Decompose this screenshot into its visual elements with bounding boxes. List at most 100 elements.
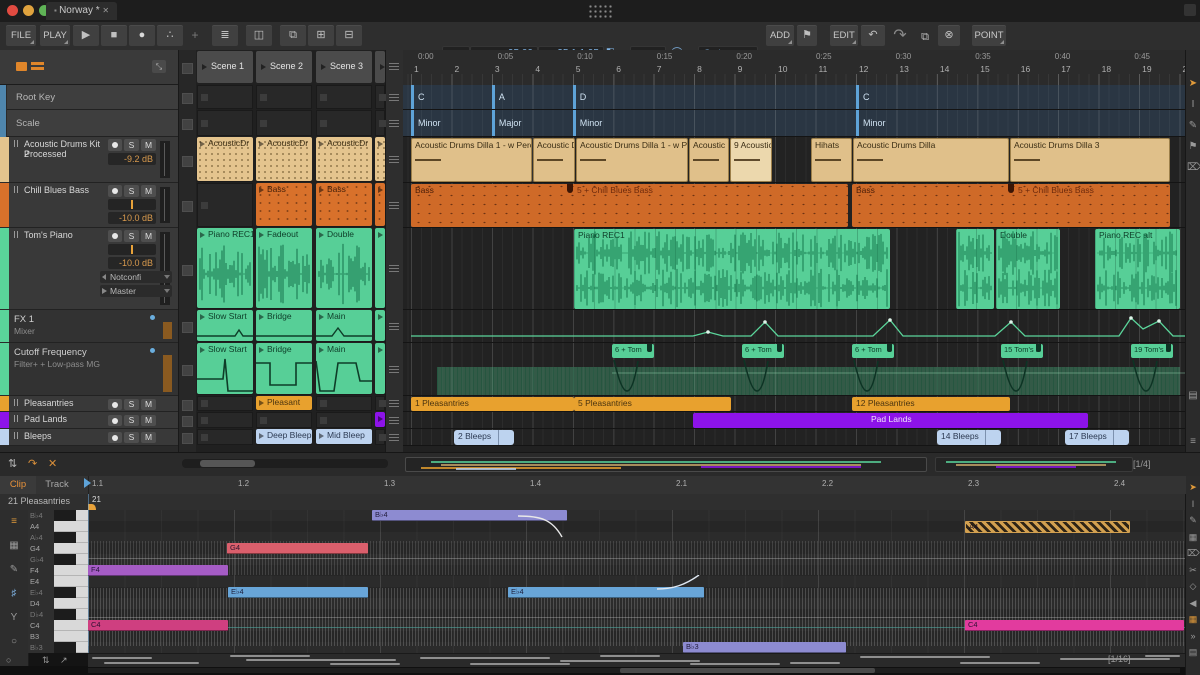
arranger-clip-cutoff[interactable]: 6 + Tom xyxy=(852,344,894,358)
launcher-clip-pleasantries[interactable]: Pleasant xyxy=(256,396,312,410)
velocity-bar[interactable] xyxy=(860,656,990,658)
scale-marker[interactable] xyxy=(855,110,859,136)
fold-icon[interactable]: Y xyxy=(6,612,22,623)
velocity-bar[interactable] xyxy=(560,660,700,662)
launcher-clip-cutoff[interactable]: Main xyxy=(316,343,372,394)
arranger-clip-bleeps[interactable]: 2 Bleeps xyxy=(454,430,514,445)
text-tool[interactable]: I xyxy=(1187,499,1199,509)
playhead-marker-icon[interactable] xyxy=(84,478,91,488)
launcher-clip-bleeps[interactable]: Mid Bleep xyxy=(316,429,372,444)
editor-clip-reference[interactable]: 21 Pleasantries xyxy=(8,496,70,506)
piano-key-white[interactable] xyxy=(54,543,88,554)
object-tool[interactable]: ▦ xyxy=(1187,532,1199,543)
midi-note[interactable]: E♭4 xyxy=(228,587,368,598)
piano-key-black[interactable] xyxy=(54,532,76,543)
close-window-button[interactable] xyxy=(7,5,18,16)
launcher-clip-fx1[interactable] xyxy=(375,310,385,341)
mute-button[interactable]: M xyxy=(141,230,156,242)
fade-tool[interactable]: ◇ xyxy=(1187,581,1199,592)
volume-fader[interactable] xyxy=(108,244,156,255)
arranger-clip-drums[interactable]: Acoustic Drums Dilla 3 xyxy=(1010,138,1170,182)
track-name[interactable]: Tom's Piano xyxy=(24,230,106,240)
fader-handle[interactable] xyxy=(131,200,133,209)
editor-zoom-label[interactable]: [1/16] xyxy=(1108,654,1131,664)
piano-key-white[interactable] xyxy=(76,532,88,543)
menu-icon[interactable] xyxy=(389,433,399,442)
arm-button[interactable] xyxy=(108,230,122,242)
launcher-clip-cutoff[interactable]: Slow Start xyxy=(197,343,253,394)
undo-button[interactable]: ↶ xyxy=(861,25,885,46)
velocity-bar[interactable] xyxy=(104,662,199,664)
solo-button[interactable]: S xyxy=(124,185,139,197)
arranger-clip-padlands[interactable]: Pad Lands xyxy=(693,413,1088,428)
volume-db-value[interactable]: -9.2 dB xyxy=(108,153,156,165)
piano-key-white[interactable] xyxy=(76,609,88,620)
tab-clip[interactable]: Clip xyxy=(0,476,36,494)
piano-key-white[interactable] xyxy=(54,565,88,576)
velocity-bar[interactable] xyxy=(600,655,660,657)
stop-button[interactable] xyxy=(182,399,193,411)
pen-tool[interactable]: ✎ xyxy=(1187,120,1199,131)
arranger-clip-piano[interactable]: Piano REC alt xyxy=(1095,229,1180,309)
launcher-clip-piano[interactable] xyxy=(375,228,385,308)
launcher-clip-drums[interactable] xyxy=(375,137,385,181)
redo-button[interactable]: ↷ xyxy=(888,25,912,46)
midi-note[interactable]: F4 xyxy=(88,565,228,576)
file-menu-button[interactable]: FILE xyxy=(6,25,36,46)
grid-view-icon[interactable] xyxy=(16,62,27,71)
arranger-clip-cutoff[interactable]: 6 + Tom xyxy=(612,344,654,358)
scale-marker[interactable] xyxy=(411,110,414,136)
piano-key-white[interactable] xyxy=(76,642,88,653)
velocity-bar[interactable] xyxy=(92,657,152,659)
draw-icon[interactable]: ✎ xyxy=(6,564,22,575)
key-marker[interactable] xyxy=(411,85,414,109)
fit-vertical-icon[interactable]: ⇅ xyxy=(42,655,50,666)
scene-button[interactable] xyxy=(375,51,385,83)
stop-button[interactable] xyxy=(182,322,193,333)
pointer-tool[interactable]: ➤ xyxy=(1187,78,1199,89)
launcher-clip-fx1[interactable]: Bridge xyxy=(256,310,312,341)
snap-grid-icon[interactable]: ▦ xyxy=(1187,614,1199,625)
pointer-tool[interactable]: ➤ xyxy=(1187,482,1199,493)
grid-icon[interactable]: ▦ xyxy=(6,540,22,551)
list-icon[interactable]: ≡ xyxy=(1187,436,1199,447)
mute-button[interactable]: M xyxy=(141,415,156,426)
solo-button[interactable]: S xyxy=(124,415,139,426)
arranger-clip-bass[interactable]: Bass 5 + Chill Blues Bass xyxy=(852,184,1170,227)
volume-fader[interactable] xyxy=(108,199,156,210)
stop-button[interactable] xyxy=(182,119,193,130)
solo-button[interactable]: S xyxy=(124,230,139,242)
arranger-clip-drums[interactable]: Acoustic D xyxy=(533,138,575,182)
piano-key-white[interactable] xyxy=(54,521,88,532)
accidental-icon[interactable]: ♯ xyxy=(6,588,22,599)
arranger-clip-drums[interactable]: Acoustic Drums Dilla xyxy=(853,138,1009,182)
arranger-clip-cutoff[interactable]: 15 Tom's F xyxy=(1001,344,1043,358)
piano-key-black[interactable] xyxy=(54,609,76,620)
velocity-bar[interactable] xyxy=(790,662,840,664)
arranger-clip-bass[interactable]: Bass 5 + Chill Blues Bass xyxy=(411,184,848,227)
arm-button[interactable] xyxy=(108,185,122,197)
mute-button[interactable]: M xyxy=(141,139,156,151)
launcher-clip-piano[interactable]: Double xyxy=(316,228,372,308)
project-tab[interactable]: ▪ Norway * ✕ xyxy=(46,2,118,20)
output-select[interactable]: Notconfi xyxy=(100,271,172,283)
list-view-icon[interactable] xyxy=(31,62,44,71)
midi-note[interactable]: C4 xyxy=(965,620,1184,631)
midi-note[interactable]: G4 xyxy=(227,543,368,554)
scale-marker[interactable] xyxy=(572,110,576,136)
volume-db-value[interactable]: -10.0 dB xyxy=(108,212,156,224)
arm-button[interactable] xyxy=(108,399,122,410)
launcher-clip-cutoff[interactable] xyxy=(375,343,385,394)
launcher-clip-fx1[interactable]: Slow Start xyxy=(197,310,253,341)
velocity-bar[interactable] xyxy=(470,663,570,665)
launcher-clip-piano[interactable]: Piano REC1 xyxy=(197,228,253,308)
menu-icon[interactable] xyxy=(389,63,399,71)
tab-track[interactable]: Track xyxy=(36,476,78,494)
menu-icon[interactable] xyxy=(389,93,399,102)
stop-button[interactable] xyxy=(182,264,193,276)
arranger-clip-drums[interactable]: Acoustic Drums Dilla 1 - w Perc xyxy=(411,138,532,182)
menu-icon[interactable] xyxy=(389,265,399,273)
midi-note[interactable]: B♭3 xyxy=(683,642,846,653)
piano-key-white[interactable] xyxy=(54,576,88,587)
arm-button[interactable] xyxy=(108,432,122,443)
